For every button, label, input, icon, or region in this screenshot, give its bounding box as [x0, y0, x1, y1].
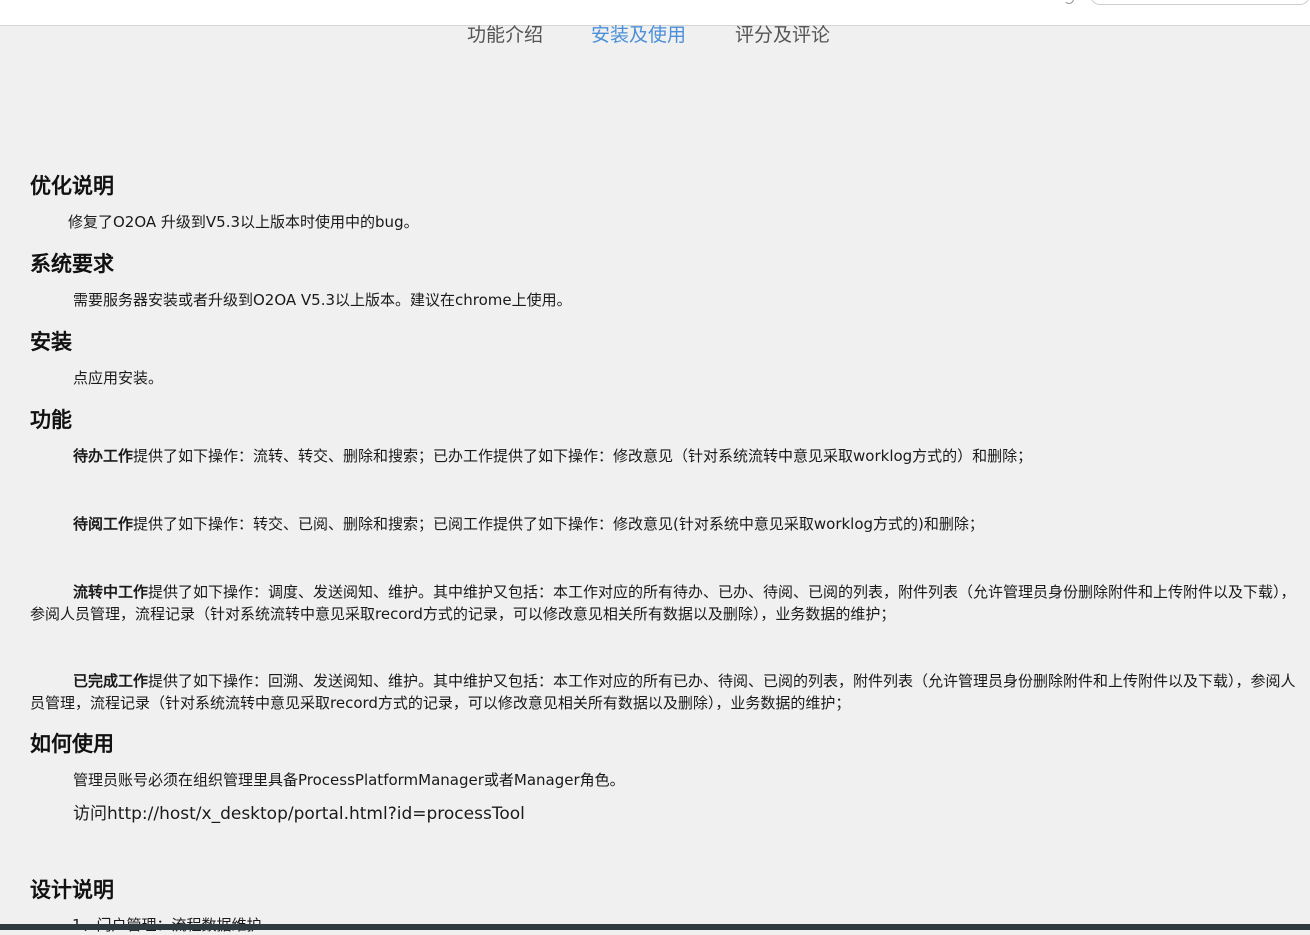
- feature-toread-text: 提供了如下操作：转交、已阅、删除和搜索；已阅工作提供了如下操作：修改意见(针对系…: [133, 515, 984, 533]
- feature-toread-label: 待阅工作: [73, 515, 134, 533]
- feature-inprogress-text: 提供了如下操作：调度、发送阅知、维护。其中维护又包括：本工作对应的所有待办、已办…: [30, 583, 1296, 623]
- section-title-howto: 如何使用: [30, 732, 114, 756]
- feature-inprogress: 流转中工作提供了如下操作：调度、发送阅知、维护。其中维护又包括：本工作对应的所有…: [30, 581, 1306, 625]
- requirements-text: 需要服务器安装或者升级到O2OA V5.3以上版本。建议在chrome上使用。: [73, 291, 572, 309]
- install-text: 点应用安装。: [73, 369, 164, 387]
- feature-completed-label: 已完成工作: [73, 672, 149, 690]
- tab-ratings-reviews[interactable]: 评分及评论: [735, 20, 830, 47]
- feature-inprogress-label: 流转中工作: [73, 583, 149, 601]
- search-box[interactable]: [1090, 0, 1310, 5]
- feature-toread: 待阅工作提供了如下操作：转交、已阅、删除和搜索；已阅工作提供了如下操作：修改意见…: [30, 513, 1306, 535]
- feature-completed-text: 提供了如下操作：回溯、发送阅知、维护。其中维护又包括：本工作对应的所有已办、待阅…: [30, 672, 1296, 712]
- feature-todo-text: 提供了如下操作：流转、转交、删除和搜索；已办工作提供了如下操作：修改意见（针对系…: [133, 447, 1033, 465]
- howto-line1: 管理员账号必须在组织管理里具备ProcessPlatformManager或者M…: [73, 771, 625, 789]
- feature-completed: 已完成工作提供了如下操作：回溯、发送阅知、维护。其中维护又包括：本工作对应的所有…: [30, 670, 1306, 714]
- section-title-design: 设计说明: [30, 878, 114, 902]
- section-title-features: 功能: [30, 408, 72, 432]
- howto-line2: 访问http://host/x_desktop/portal.html?id=p…: [73, 804, 525, 824]
- feature-todo: 待办工作提供了如下操作：流转、转交、删除和搜索；已办工作提供了如下操作：修改意见…: [30, 445, 1306, 467]
- optimize-text: 修复了O2OA 升级到V5.3以上版本时使用中的bug。: [68, 213, 419, 231]
- section-title-optimize: 优化说明: [30, 174, 114, 198]
- section-title-requirements: 系统要求: [30, 252, 114, 276]
- feature-todo-label: 待办工作: [73, 447, 134, 465]
- tab-install-usage[interactable]: 安装及使用: [591, 20, 686, 47]
- refresh-icon[interactable]: [1064, 0, 1074, 4]
- tab-features[interactable]: 功能介绍: [467, 20, 543, 47]
- tab-bar: 功能介绍 安装及使用 评分及评论: [0, 20, 1310, 50]
- section-title-install: 安装: [30, 330, 72, 354]
- bottom-strip: [0, 924, 1310, 930]
